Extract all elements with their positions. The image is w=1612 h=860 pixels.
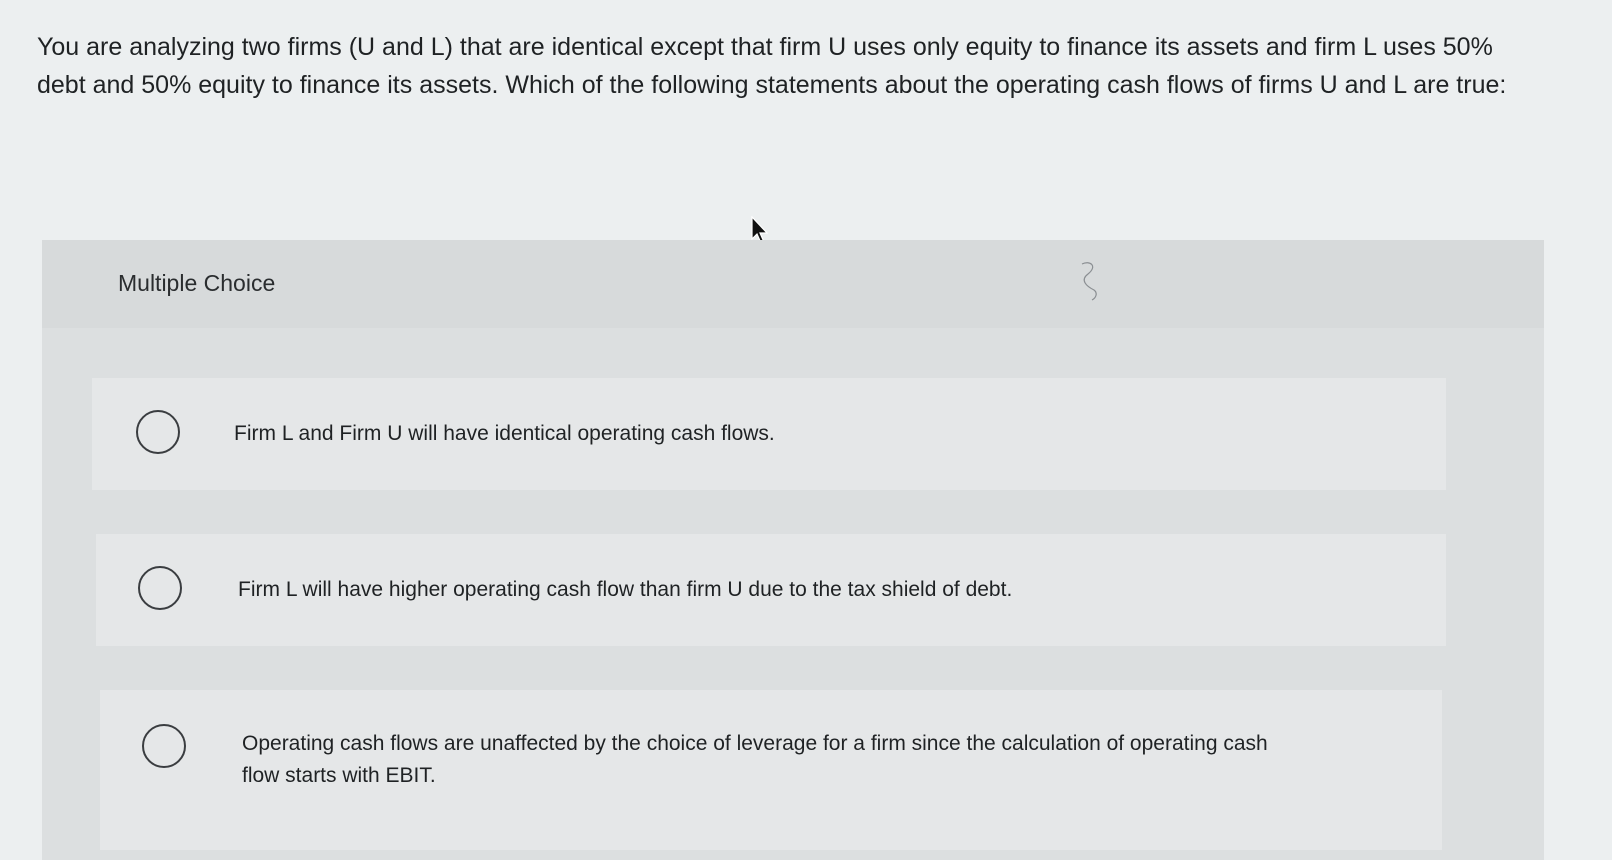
multiple-choice-title: Multiple Choice xyxy=(118,270,276,296)
option-2-label: Firm L will have higher operating cash f… xyxy=(238,578,1013,601)
option-3-label: Operating cash flows are unaffected by t… xyxy=(242,732,1268,787)
question-text: You are analyzing two firms (U and L) th… xyxy=(37,33,1507,99)
option-2[interactable]: Firm L will have higher operating cash f… xyxy=(96,534,1446,646)
pen-mark-doodle xyxy=(1081,262,1097,301)
multiple-choice-header: Multiple Choice xyxy=(42,240,1544,328)
radio-button-option-1[interactable] xyxy=(136,410,180,454)
option-1[interactable]: Firm L and Firm U will have identical op… xyxy=(92,378,1446,490)
radio-button-option-2[interactable] xyxy=(138,566,182,610)
radio-button-option-3[interactable] xyxy=(142,724,186,768)
multiple-choice-panel: Multiple Choice Firm L and Firm U will h… xyxy=(42,240,1544,860)
option-3[interactable]: Operating cash flows are unaffected by t… xyxy=(100,690,1442,850)
option-1-label: Firm L and Firm U will have identical op… xyxy=(234,422,775,445)
